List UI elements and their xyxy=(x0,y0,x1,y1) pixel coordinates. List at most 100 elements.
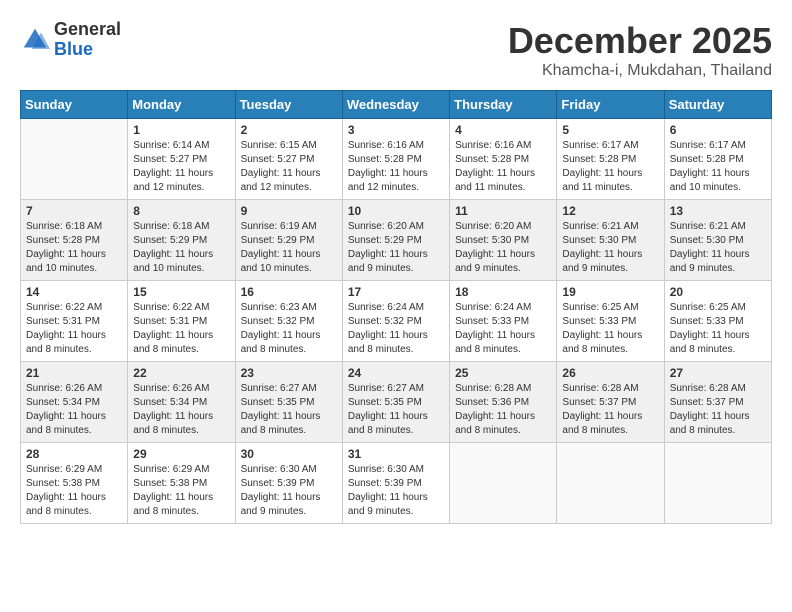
logo-blue-text: Blue xyxy=(54,40,121,60)
logo-text: General Blue xyxy=(54,20,121,60)
day-number: 18 xyxy=(455,285,551,299)
calendar-cell: 19 Sunrise: 6:25 AMSunset: 5:33 PMDayligh… xyxy=(557,281,664,362)
calendar-cell: 11Sunrise: 6:20 AMSunset: 5:30 PMDayligh… xyxy=(450,200,557,281)
cell-content: Sunrise: 6:24 AMSunset: 5:32 PMDaylight:… xyxy=(348,301,444,357)
calendar-cell: 10 Sunrise: 6:20 AMSunset: 5:29 PMDayligh… xyxy=(342,200,449,281)
title-block: December 2025 Khamcha-i, Mukdahan, Thail… xyxy=(508,20,772,80)
cell-content: Sunrise: 6:18 AMSunset: 5:28 PMDaylight:… xyxy=(26,220,122,276)
calendar-week-row: 21 Sunrise: 6:26 AMSunset: 5:34 PMDayligh… xyxy=(21,362,772,443)
calendar-cell: 15 Sunrise: 6:22 AMSunset: 5:31 PMDayligh… xyxy=(128,281,235,362)
cell-content: Sunrise: 6:27 AMSunset: 5:35 PMDaylight:… xyxy=(241,382,337,438)
day-number: 23 xyxy=(241,366,337,380)
cell-content: Sunrise: 6:29 AMSunset: 5:38 PMDaylight:… xyxy=(26,463,122,519)
cell-content: Sunrise: 6:16 AMSunset: 5:28 PMDaylight:… xyxy=(455,139,551,195)
cell-content: Sunrise: 6:17 AMSunset: 5:28 PMDaylight:… xyxy=(562,139,658,195)
cell-content: Sunrise: 6:16 AMSunset: 5:28 PMDaylight:… xyxy=(348,139,444,195)
cell-content: Sunrise: 6:27 AMSunset: 5:35 PMDaylight:… xyxy=(348,382,444,438)
logo: General Blue xyxy=(20,20,121,60)
cell-content: Sunrise: 6:21 AMSunset: 5:30 PMDaylight:… xyxy=(562,220,658,276)
calendar-cell: 29 Sunrise: 6:29 AMSunset: 5:38 PMDayligh… xyxy=(128,443,235,524)
cell-content: Sunrise: 6:20 AMSunset: 5:29 PMDaylight:… xyxy=(348,220,444,276)
calendar-cell: 5 Sunrise: 6:17 AMSunset: 5:28 PMDaylight… xyxy=(557,119,664,200)
calendar-cell: 1 Sunrise: 6:14 AMSunset: 5:27 PMDaylight… xyxy=(128,119,235,200)
cell-content: Sunrise: 6:26 AMSunset: 5:34 PMDaylight:… xyxy=(133,382,229,438)
calendar-cell: 16 Sunrise: 6:23 AMSunset: 5:32 PMDayligh… xyxy=(235,281,342,362)
cell-content: Sunrise: 6:22 AMSunset: 5:31 PMDaylight:… xyxy=(26,301,122,357)
calendar-cell: 12 Sunrise: 6:21 AMSunset: 5:30 PMDayligh… xyxy=(557,200,664,281)
day-number: 15 xyxy=(133,285,229,299)
cell-content: Sunrise: 6:30 AMSunset: 5:39 PMDaylight:… xyxy=(348,463,444,519)
cell-content: Sunrise: 6:30 AMSunset: 5:39 PMDaylight:… xyxy=(241,463,337,519)
day-number: 20 xyxy=(670,285,766,299)
month-title: December 2025 xyxy=(508,20,772,62)
day-header-sunday: Sunday xyxy=(21,91,128,119)
cell-content: Sunrise: 6:29 AMSunset: 5:38 PMDaylight:… xyxy=(133,463,229,519)
day-number: 31 xyxy=(348,447,444,461)
day-number: 17 xyxy=(348,285,444,299)
day-number: 10 xyxy=(348,204,444,218)
calendar-cell: 6Sunrise: 6:17 AMSunset: 5:28 PMDaylight… xyxy=(664,119,771,200)
day-number: 30 xyxy=(241,447,337,461)
day-number: 12 xyxy=(562,204,658,218)
calendar-week-row: 28 Sunrise: 6:29 AMSunset: 5:38 PMDayligh… xyxy=(21,443,772,524)
cell-content: Sunrise: 6:22 AMSunset: 5:31 PMDaylight:… xyxy=(133,301,229,357)
day-number: 16 xyxy=(241,285,337,299)
calendar-cell: 4 Sunrise: 6:16 AMSunset: 5:28 PMDaylight… xyxy=(450,119,557,200)
day-number: 14 xyxy=(26,285,122,299)
cell-content: Sunrise: 6:18 AMSunset: 5:29 PMDaylight:… xyxy=(133,220,229,276)
calendar-cell: 3 Sunrise: 6:16 AMSunset: 5:28 PMDaylight… xyxy=(342,119,449,200)
day-header-thursday: Thursday xyxy=(450,91,557,119)
day-number: 27 xyxy=(670,366,766,380)
day-number: 25 xyxy=(455,366,551,380)
day-header-saturday: Saturday xyxy=(664,91,771,119)
cell-content: Sunrise: 6:20 AMSunset: 5:30 PMDaylight:… xyxy=(455,220,551,276)
cell-content: Sunrise: 6:23 AMSunset: 5:32 PMDaylight:… xyxy=(241,301,337,357)
calendar-cell: 22Sunrise: 6:26 AMSunset: 5:34 PMDayligh… xyxy=(128,362,235,443)
day-header-wednesday: Wednesday xyxy=(342,91,449,119)
logo-general-text: General xyxy=(54,20,121,40)
calendar-cell xyxy=(664,443,771,524)
location-title: Khamcha-i, Mukdahan, Thailand xyxy=(508,62,772,80)
day-number: 5 xyxy=(562,123,658,137)
day-number: 21 xyxy=(26,366,122,380)
calendar-cell xyxy=(450,443,557,524)
cell-content: Sunrise: 6:28 AMSunset: 5:37 PMDaylight:… xyxy=(670,382,766,438)
cell-content: Sunrise: 6:19 AMSunset: 5:29 PMDaylight:… xyxy=(241,220,337,276)
day-number: 29 xyxy=(133,447,229,461)
cell-content: Sunrise: 6:15 AMSunset: 5:27 PMDaylight:… xyxy=(241,139,337,195)
calendar-cell: 27 Sunrise: 6:28 AMSunset: 5:37 PMDayligh… xyxy=(664,362,771,443)
page-header: General Blue December 2025 Khamcha-i, Mu… xyxy=(20,20,772,80)
calendar-week-row: 7 Sunrise: 6:18 AMSunset: 5:28 PMDaylight… xyxy=(21,200,772,281)
cell-content: Sunrise: 6:26 AMSunset: 5:34 PMDaylight:… xyxy=(26,382,122,438)
day-header-tuesday: Tuesday xyxy=(235,91,342,119)
day-number: 1 xyxy=(133,123,229,137)
day-number: 6 xyxy=(670,123,766,137)
day-number: 26 xyxy=(562,366,658,380)
cell-content: Sunrise: 6:14 AMSunset: 5:27 PMDaylight:… xyxy=(133,139,229,195)
cell-content: Sunrise: 6:21 AMSunset: 5:30 PMDaylight:… xyxy=(670,220,766,276)
day-number: 3 xyxy=(348,123,444,137)
day-number: 19 xyxy=(562,285,658,299)
cell-content: Sunrise: 6:25 AMSunset: 5:33 PMDaylight:… xyxy=(562,301,658,357)
day-number: 7 xyxy=(26,204,122,218)
calendar-cell: 25Sunrise: 6:28 AMSunset: 5:36 PMDayligh… xyxy=(450,362,557,443)
calendar-table: SundayMondayTuesdayWednesdayThursdayFrid… xyxy=(20,90,772,524)
calendar-cell: 7 Sunrise: 6:18 AMSunset: 5:28 PMDaylight… xyxy=(21,200,128,281)
day-number: 4 xyxy=(455,123,551,137)
calendar-header-row: SundayMondayTuesdayWednesdayThursdayFrid… xyxy=(21,91,772,119)
calendar-cell: 21 Sunrise: 6:26 AMSunset: 5:34 PMDayligh… xyxy=(21,362,128,443)
calendar-cell: 9 Sunrise: 6:19 AMSunset: 5:29 PMDaylight… xyxy=(235,200,342,281)
calendar-cell xyxy=(557,443,664,524)
day-number: 2 xyxy=(241,123,337,137)
day-number: 9 xyxy=(241,204,337,218)
calendar-cell: 20Sunrise: 6:25 AMSunset: 5:33 PMDayligh… xyxy=(664,281,771,362)
day-header-friday: Friday xyxy=(557,91,664,119)
calendar-cell: 14 Sunrise: 6:22 AMSunset: 5:31 PMDayligh… xyxy=(21,281,128,362)
calendar-cell: 24 Sunrise: 6:27 AMSunset: 5:35 PMDayligh… xyxy=(342,362,449,443)
calendar-cell xyxy=(21,119,128,200)
day-number: 8 xyxy=(133,204,229,218)
calendar-week-row: 14 Sunrise: 6:22 AMSunset: 5:31 PMDayligh… xyxy=(21,281,772,362)
day-number: 28 xyxy=(26,447,122,461)
day-number: 24 xyxy=(348,366,444,380)
calendar-cell: 26Sunrise: 6:28 AMSunset: 5:37 PMDayligh… xyxy=(557,362,664,443)
